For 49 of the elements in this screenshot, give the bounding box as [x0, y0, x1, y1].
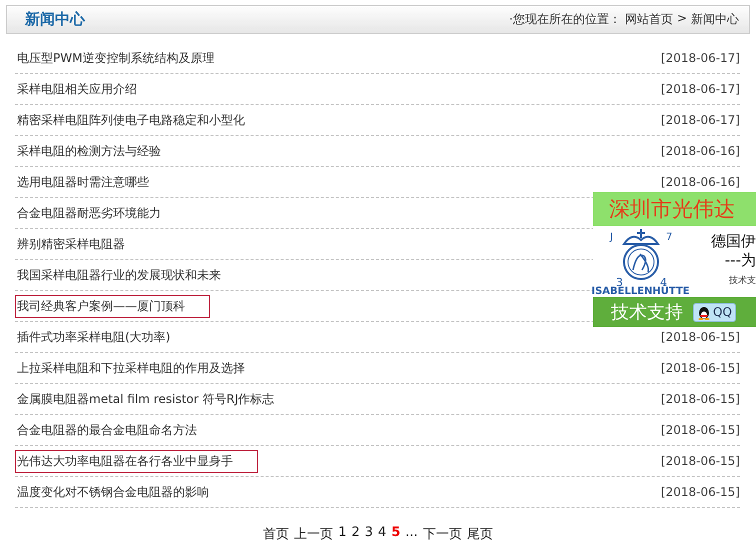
- news-date: [2018-06-15]: [660, 423, 740, 437]
- news-link[interactable]: 温度变化对不锈钢合金电阻器的影响: [15, 480, 214, 504]
- news-link[interactable]: 金属膜电阻器metal film resistor 符号RJ作标志: [15, 388, 280, 410]
- news-date: [2018-06-17]: [660, 82, 740, 96]
- news-link[interactable]: 光伟达大功率电阻器在各行各业中显身手: [15, 450, 258, 472]
- news-link[interactable]: 选用电阻器时需注意哪些: [15, 170, 154, 194]
- prev-page-link[interactable]: 上一页: [294, 525, 334, 543]
- news-date: [2018-06-15]: [660, 392, 740, 406]
- logo-text: ISABELLENHÜTTE: [591, 286, 690, 298]
- news-link[interactable]: 上拉采样电阻和下拉采样电阻的作用及选择: [15, 356, 250, 380]
- page-link[interactable]: 1: [338, 525, 346, 543]
- penguin-icon: [697, 304, 711, 320]
- news-link[interactable]: 插件式功率采样电阻(大功率): [15, 326, 176, 348]
- news-link[interactable]: 精密采样电阻阵列使电子电路稳定和小型化: [15, 108, 250, 132]
- last-page-link[interactable]: 尾页: [466, 525, 493, 543]
- ad-text: ---为: [724, 251, 756, 270]
- page-link[interactable]: 4: [378, 525, 386, 543]
- ad-text: 德国伊: [711, 232, 756, 252]
- news-link[interactable]: 合金电阻器耐恶劣环境能力: [15, 202, 166, 224]
- company-banner: 深圳市光伟达: [593, 192, 756, 226]
- page-link[interactable]: 3: [364, 525, 374, 543]
- page-link[interactable]: 5: [391, 525, 400, 543]
- breadcrumb-label: ·您现在所在的位置：: [509, 11, 621, 28]
- news-date: [2018-06-16]: [660, 175, 740, 189]
- next-page-link[interactable]: 下一页: [422, 525, 462, 543]
- ad-text: 技术支: [729, 274, 756, 288]
- news-date: [2018-06-15]: [660, 485, 740, 499]
- news-link[interactable]: 采样电阻相关应用介绍: [15, 78, 142, 100]
- news-link[interactable]: 采样电阻的检测方法与经验: [15, 140, 166, 162]
- breadcrumb-link[interactable]: 新闻中心: [691, 11, 739, 28]
- first-page-link[interactable]: 首页: [263, 525, 290, 543]
- news-link[interactable]: 我国采样电阻器行业的发展现状和未来: [15, 264, 226, 286]
- news-link[interactable]: 我司经典客户案例——厦门顶科: [15, 294, 210, 318]
- news-date: [2018-06-17]: [660, 51, 740, 65]
- page-link[interactable]: 2: [351, 525, 360, 543]
- news-date: [2018-06-16]: [660, 144, 740, 158]
- breadcrumb-separator: >: [676, 11, 687, 27]
- news-date: [2018-06-15]: [660, 361, 740, 375]
- crown-seal-logo-drawing: J 7 3 4: [602, 226, 680, 286]
- news-date: [2018-06-17]: [660, 113, 740, 127]
- news-link[interactable]: 辨别精密采样电阻器: [15, 232, 130, 256]
- breadcrumb-link[interactable]: 网站首页: [624, 11, 673, 28]
- section-title: 新闻中心: [25, 10, 85, 29]
- news-link[interactable]: 电压型PWM逆变控制系统结构及原理: [15, 46, 220, 70]
- news-date: [2018-06-15]: [660, 454, 740, 468]
- news-link[interactable]: 合金电阻器的最合金电阻命名方法: [15, 418, 202, 442]
- qq-button[interactable]: QQ: [693, 302, 736, 322]
- page-ellipsis: ...: [405, 525, 418, 542]
- news-date: [2018-06-15]: [660, 330, 740, 344]
